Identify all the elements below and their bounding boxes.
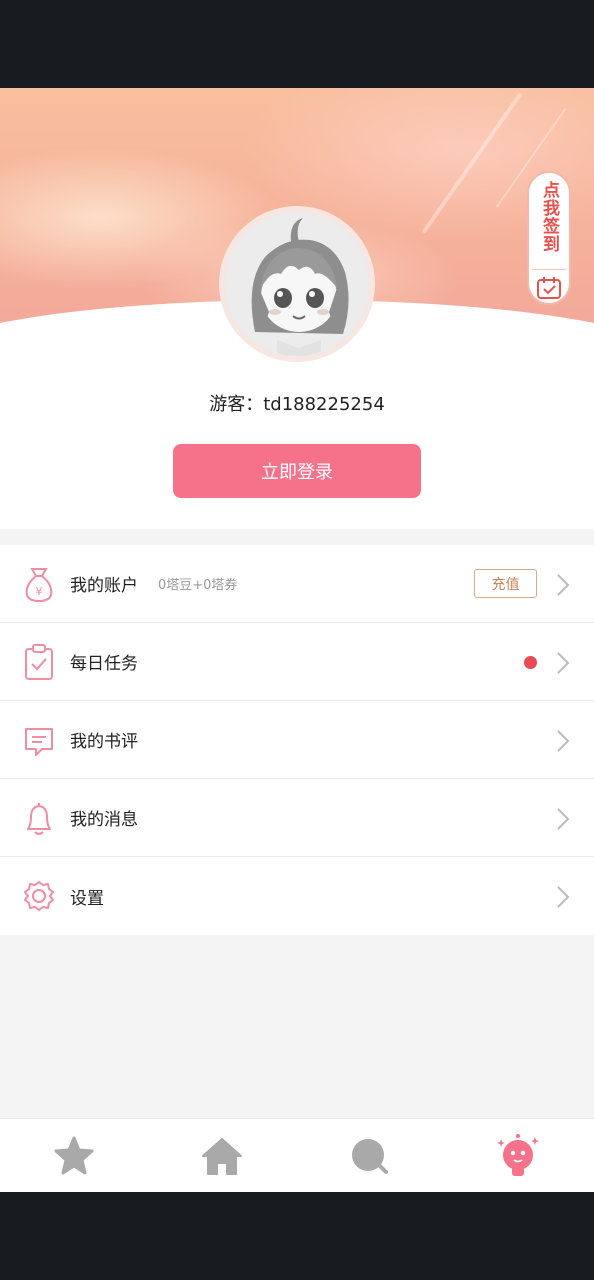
- clipboard-check-icon: [25, 644, 53, 680]
- tab-favorites[interactable]: [0, 1119, 148, 1192]
- signin-divider: [532, 269, 566, 270]
- menu-item-label: 设置: [70, 888, 104, 909]
- bottom-tab-bar: [0, 1118, 594, 1192]
- comment-icon: [25, 728, 53, 756]
- menu-item-messages[interactable]: 我的消息: [0, 779, 594, 857]
- calendar-check-icon: [537, 277, 561, 299]
- banner-light-streak: [421, 92, 523, 234]
- star-icon: [54, 1136, 94, 1175]
- menu-item-settings[interactable]: 设置: [0, 857, 594, 935]
- tab-discover[interactable]: [296, 1119, 444, 1192]
- chevron-right-icon: [557, 652, 570, 674]
- profile-screen: 点我签到 游客：td188225254 立即登录 ¥ 我的账户 0塔豆+0塔券 …: [0, 88, 594, 1192]
- menu-item-daily-tasks[interactable]: 每日任务: [0, 623, 594, 701]
- menu-item-label: 我的消息: [70, 810, 138, 830]
- svg-text:¥: ¥: [36, 585, 43, 598]
- menu-item-label: 每日任务: [70, 654, 138, 674]
- mascot-icon: [497, 1134, 539, 1176]
- account-balance: 0塔豆+0塔券: [158, 578, 238, 593]
- menu-item-label: 我的书评: [70, 732, 138, 752]
- signin-button[interactable]: 点我签到: [527, 171, 571, 305]
- tab-home[interactable]: [148, 1119, 296, 1192]
- home-icon: [202, 1138, 242, 1175]
- status-bar: [0, 0, 594, 88]
- recharge-button[interactable]: 充值: [474, 569, 537, 598]
- chevron-right-icon: [557, 808, 570, 830]
- menu-item-book-reviews[interactable]: 我的书评: [0, 701, 594, 779]
- chevron-right-icon: [557, 730, 570, 752]
- signin-label: 点我签到: [539, 181, 559, 253]
- guest-id-label: 游客：td188225254: [209, 394, 385, 415]
- menu-item-account[interactable]: ¥ 我的账户 0塔豆+0塔券 充值: [0, 545, 594, 623]
- tab-profile[interactable]: [444, 1119, 592, 1192]
- bell-icon: [27, 803, 51, 835]
- chevron-right-icon: [557, 886, 570, 908]
- system-navigation-bar: [0, 1192, 594, 1280]
- menu-item-label: 我的账户: [70, 576, 138, 596]
- login-button[interactable]: 立即登录: [173, 444, 421, 498]
- gear-icon: [24, 881, 54, 911]
- notification-dot: [524, 656, 537, 669]
- settings-menu: ¥ 我的账户 0塔豆+0塔券 充值 每日任务 我的书评 我的消息 设置: [0, 545, 594, 935]
- avatar-image: [225, 212, 369, 356]
- money-bag-icon: ¥: [25, 568, 53, 603]
- chevron-right-icon: [557, 574, 570, 596]
- search-icon: [352, 1139, 388, 1174]
- profile-header: 点我签到 游客：td188225254 立即登录: [0, 88, 594, 529]
- avatar[interactable]: [219, 206, 375, 362]
